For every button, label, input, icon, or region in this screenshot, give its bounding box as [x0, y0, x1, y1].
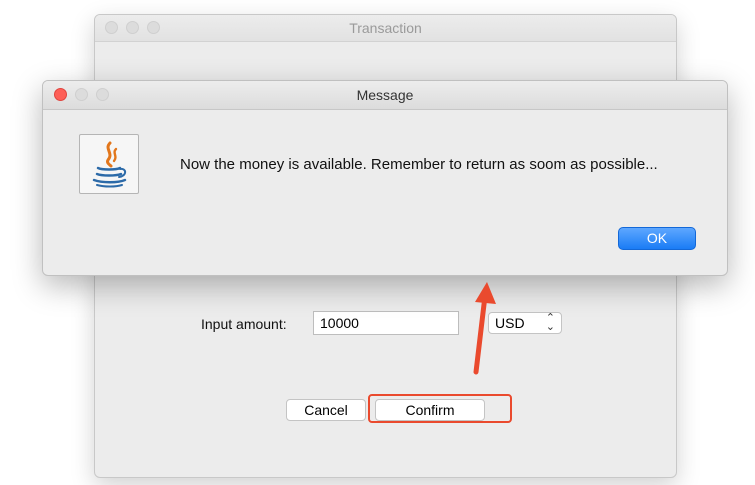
message-dialog: Message Now the money is available. Reme… — [42, 80, 728, 276]
window-title: Transaction — [349, 20, 422, 36]
currency-value: USD — [495, 315, 525, 331]
cancel-button[interactable]: Cancel — [286, 399, 366, 421]
transaction-titlebar[interactable]: Transaction — [95, 15, 676, 42]
dialog-message: Now the money is available. Remember to … — [180, 156, 658, 173]
amount-label: Input amount: — [201, 316, 287, 332]
chevron-updown-icon: ⌃ ⌄ — [545, 312, 555, 333]
dialog-title: Message — [356, 87, 414, 103]
message-titlebar[interactable]: Message — [43, 81, 727, 110]
amount-input[interactable] — [313, 311, 459, 335]
ok-button[interactable]: OK — [618, 227, 696, 250]
annotation-highlight-box — [368, 394, 512, 423]
currency-select[interactable]: USD ⌃ ⌄ — [488, 312, 562, 334]
java-coffee-cup-icon — [79, 134, 139, 194]
